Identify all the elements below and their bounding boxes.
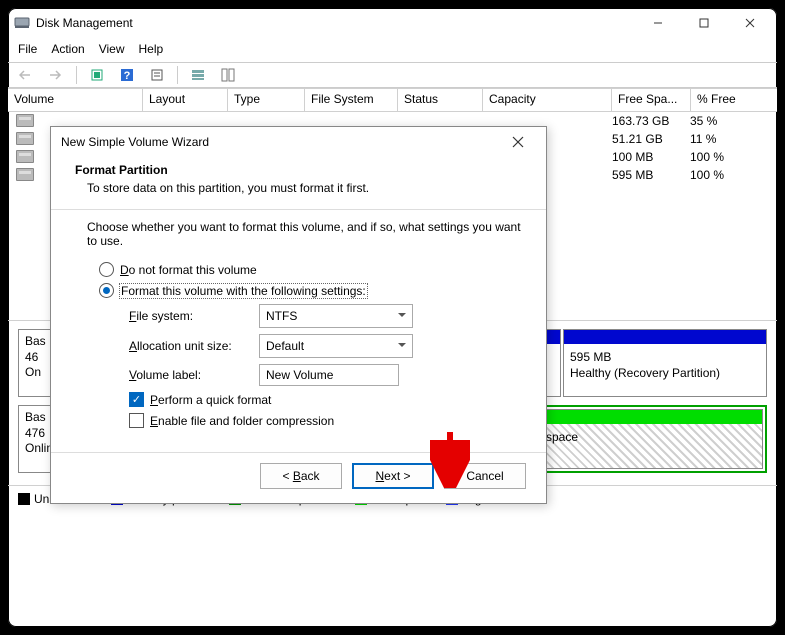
dialog-heading: Format Partition bbox=[75, 163, 168, 177]
compression-checkbox[interactable]: Enable file and folder compression bbox=[129, 413, 522, 428]
col-free[interactable]: Free Spa... bbox=[612, 89, 691, 111]
app-icon bbox=[14, 15, 30, 31]
radio-icon bbox=[99, 262, 114, 277]
radio-no-format[interactable]: Do not format this volume bbox=[99, 262, 522, 277]
wizard-dialog: New Simple Volume Wizard Format Partitio… bbox=[50, 126, 547, 504]
col-fs[interactable]: File System bbox=[305, 89, 398, 111]
detail-view-icon[interactable] bbox=[216, 64, 240, 86]
partition-recovery[interactable]: 595 MB Healthy (Recovery Partition) bbox=[563, 329, 767, 397]
checkbox-icon: ✓ bbox=[129, 392, 144, 407]
drive-icon bbox=[16, 150, 34, 163]
back-button[interactable]: < Back bbox=[260, 463, 342, 489]
forward-icon bbox=[44, 64, 68, 86]
dialog-title: New Simple Volume Wizard bbox=[61, 135, 500, 149]
quick-format-checkbox[interactable]: ✓ Perform a quick format bbox=[129, 392, 522, 407]
drive-icon bbox=[16, 132, 34, 145]
allocation-size-select[interactable]: Default bbox=[259, 334, 413, 358]
menu-help[interactable]: Help bbox=[139, 42, 164, 56]
list-view-icon[interactable] bbox=[186, 64, 210, 86]
window-title: Disk Management bbox=[36, 16, 635, 30]
radio-format[interactable]: Format this volume with the following se… bbox=[99, 283, 522, 298]
file-system-select[interactable]: NTFS bbox=[259, 304, 413, 328]
toolbar: ? bbox=[8, 62, 777, 88]
free-space[interactable]: Free space bbox=[511, 409, 763, 469]
volume-label-input[interactable] bbox=[259, 364, 399, 386]
col-pct[interactable]: % Free bbox=[691, 89, 777, 111]
checkbox-icon bbox=[129, 413, 144, 428]
maximize-button[interactable] bbox=[681, 8, 727, 38]
minimize-button[interactable] bbox=[635, 8, 681, 38]
drive-icon bbox=[16, 114, 34, 127]
next-button[interactable]: Next > bbox=[352, 463, 434, 489]
volume-list-header: Volume Layout Type File System Status Ca… bbox=[8, 88, 777, 112]
menu-action[interactable]: Action bbox=[51, 42, 84, 56]
menu-file[interactable]: File bbox=[18, 42, 37, 56]
radio-icon bbox=[99, 283, 114, 298]
refresh-icon[interactable] bbox=[85, 64, 109, 86]
close-icon[interactable] bbox=[500, 128, 536, 156]
close-button[interactable] bbox=[727, 8, 773, 38]
menu-view[interactable]: View bbox=[99, 42, 125, 56]
back-icon bbox=[14, 64, 38, 86]
dialog-instruction: Choose whether you want to format this v… bbox=[87, 220, 522, 248]
svg-text:?: ? bbox=[124, 70, 131, 82]
col-volume[interactable]: Volume bbox=[8, 89, 143, 111]
properties-icon[interactable] bbox=[145, 64, 169, 86]
au-label: Allocation unit size: bbox=[129, 339, 259, 353]
menubar: File Action View Help bbox=[8, 38, 777, 62]
titlebar: Disk Management bbox=[8, 8, 777, 38]
fs-label: File system: bbox=[129, 309, 259, 323]
help-icon[interactable]: ? bbox=[115, 64, 139, 86]
dialog-subheading: To store data on this partition, you mus… bbox=[75, 181, 522, 195]
col-capacity[interactable]: Capacity bbox=[483, 89, 612, 111]
col-status[interactable]: Status bbox=[398, 89, 483, 111]
drive-icon bbox=[16, 168, 34, 181]
col-type[interactable]: Type bbox=[228, 89, 305, 111]
col-layout[interactable]: Layout bbox=[143, 89, 228, 111]
cancel-button[interactable]: Cancel bbox=[444, 463, 526, 489]
vl-label: Volume label: bbox=[129, 368, 259, 382]
